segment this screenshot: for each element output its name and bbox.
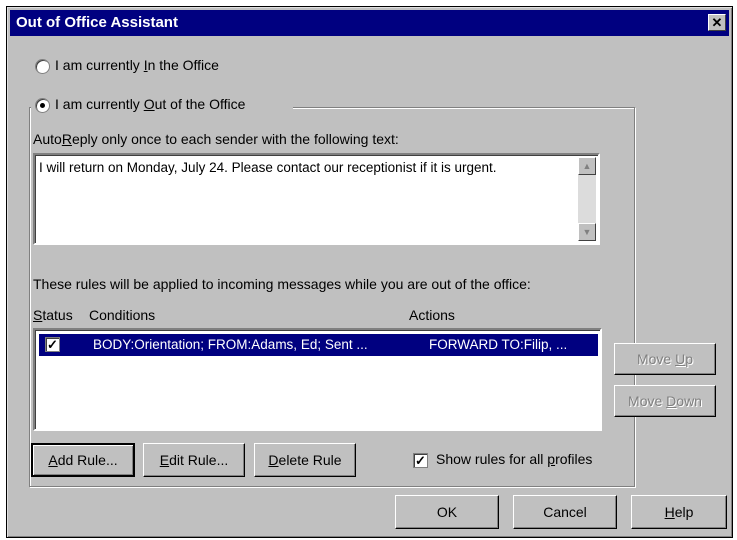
scroll-up-arrow-icon[interactable]: ▲ xyxy=(578,157,596,175)
move-down-button[interactable]: Move Down xyxy=(614,385,716,417)
out-office-label[interactable]: I am currently Out of the Office xyxy=(55,96,245,112)
move-up-button[interactable]: Move Up xyxy=(614,343,716,375)
help-button[interactable]: Help xyxy=(631,495,727,529)
autoreply-label: AutoReply only once to each sender with … xyxy=(33,131,399,147)
out-of-office-dialog: Out of Office Assistant ✕ I am currently… xyxy=(6,6,733,538)
add-rule-button[interactable]: Add Rule... xyxy=(31,443,135,477)
autoreply-text: I will return on Monday, July 24. Please… xyxy=(39,160,497,175)
rules-list[interactable]: ✓ BODY:Orientation; FROM:Adams, Ed; Sent… xyxy=(33,328,602,431)
rule-actions: FORWARD TO:Filip, ... xyxy=(429,337,568,352)
status-column-header: Status xyxy=(33,307,73,323)
show-all-profiles-label[interactable]: Show rules for all profiles xyxy=(436,451,592,467)
rule-conditions: BODY:Orientation; FROM:Adams, Ed; Sent .… xyxy=(93,337,368,352)
show-all-profiles-checkbox[interactable]: ✓ xyxy=(413,453,428,468)
autoreply-textarea[interactable]: I will return on Monday, July 24. Please… xyxy=(33,153,600,245)
dialog-title: Out of Office Assistant xyxy=(16,14,178,31)
in-office-label[interactable]: I am currently In the Office xyxy=(55,57,219,73)
rules-intro: These rules will be applied to incoming … xyxy=(33,276,531,292)
in-office-radio[interactable] xyxy=(35,59,50,74)
delete-rule-button[interactable]: Delete Rule xyxy=(254,443,356,477)
rule-status-checkbox[interactable]: ✓ xyxy=(45,337,60,352)
scroll-down-arrow-icon[interactable]: ▼ xyxy=(578,223,596,241)
autoreply-scrollbar[interactable]: ▲ ▼ xyxy=(578,157,596,241)
rule-row[interactable]: ✓ BODY:Orientation; FROM:Adams, Ed; Sent… xyxy=(39,334,598,356)
out-office-radio[interactable] xyxy=(35,98,50,113)
close-button[interactable]: ✕ xyxy=(708,14,726,31)
edit-rule-button[interactable]: Edit Rule... xyxy=(143,443,245,477)
ok-button[interactable]: OK xyxy=(395,495,499,529)
actions-column-header: Actions xyxy=(409,307,455,323)
title-bar: Out of Office Assistant ✕ xyxy=(10,10,729,36)
cancel-button[interactable]: Cancel xyxy=(513,495,617,529)
conditions-column-header: Conditions xyxy=(89,307,156,323)
close-icon: ✕ xyxy=(711,15,723,30)
